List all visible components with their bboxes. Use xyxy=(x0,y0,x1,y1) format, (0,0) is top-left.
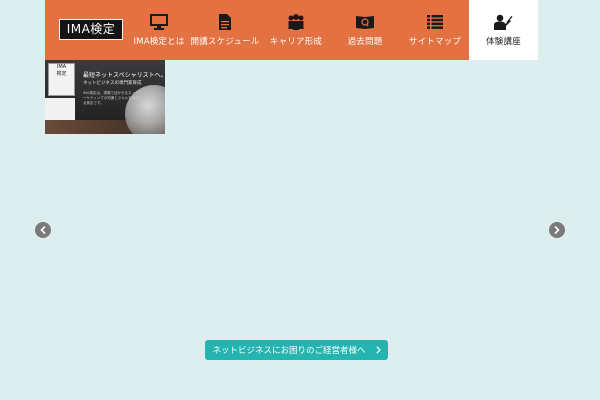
document-icon xyxy=(215,13,235,31)
monitor-icon xyxy=(149,13,169,31)
nav-item-schedule[interactable]: 開講スケジュール xyxy=(190,0,260,60)
slide-subline: ネットビジネスの専門家育成 xyxy=(83,81,142,86)
chevron-right-icon xyxy=(375,346,381,354)
nav-item-label: サイトマップ xyxy=(408,37,462,47)
teacher-icon xyxy=(493,13,514,31)
nav-item-label: 体験講座 xyxy=(486,37,521,47)
people-icon xyxy=(286,13,306,31)
slide-body-text: IMA検定は、現場で活かせるネットマーケティングの知識とスキルを習得する検定です… xyxy=(83,91,143,105)
list-icon xyxy=(425,13,445,31)
nav-item-past-exams[interactable]: 過去問題 xyxy=(337,0,393,60)
cta-business-owners-button[interactable]: ネットビジネスにお困りのご経営者様へ xyxy=(205,340,388,360)
cta-label: ネットビジネスにお困りのご経営者様へ xyxy=(212,346,366,356)
site-header: IMA検定 IMA検定とは 開講スケジュール キャリア形成 過去問題 サイトマッ… xyxy=(45,0,538,60)
nav-item-career[interactable]: キャリア形成 xyxy=(265,0,327,60)
site-logo[interactable]: IMA検定 xyxy=(59,19,123,40)
nav-item-label: IMA検定とは xyxy=(133,37,185,47)
carousel-slide[interactable]: IMA 検定 最短ネットスペシャリストへ。 ネットビジネスの専門家育成 IMA検… xyxy=(45,60,165,134)
nav-item-label: 過去問題 xyxy=(347,37,383,47)
nav-item-trial-course[interactable]: 体験講座 xyxy=(469,0,538,60)
book-search-icon xyxy=(355,13,375,31)
carousel-prev-button[interactable] xyxy=(35,222,51,238)
chevron-right-icon xyxy=(554,226,560,234)
nav-item-sitemap[interactable]: サイトマップ xyxy=(405,0,465,60)
nav-item-label: キャリア形成 xyxy=(269,37,323,47)
nav-item-label: 開講スケジュール xyxy=(190,37,260,47)
nav-item-about[interactable]: IMA検定とは xyxy=(130,0,188,60)
slide-logo: IMA 検定 xyxy=(48,63,75,96)
chevron-left-icon xyxy=(40,226,46,234)
slide-headline: 最短ネットスペシャリストへ。 xyxy=(83,72,165,79)
carousel-next-button[interactable] xyxy=(549,222,565,238)
